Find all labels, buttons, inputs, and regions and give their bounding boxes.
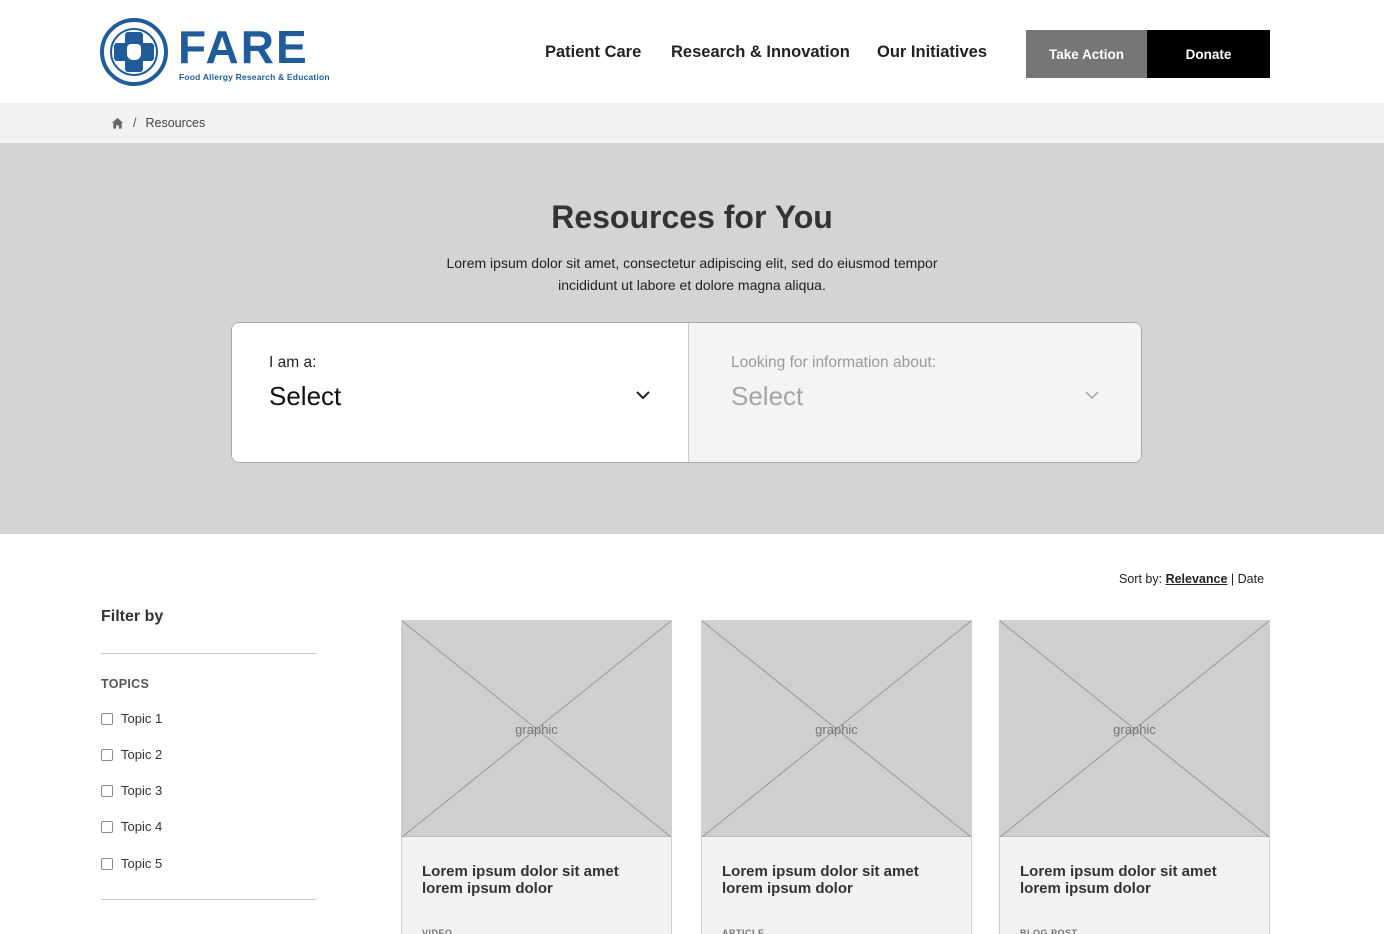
sort-label: Sort by: bbox=[1119, 572, 1163, 586]
chevron-down-icon bbox=[1085, 391, 1099, 400]
topic-filter-1[interactable]: Topic 1 bbox=[101, 711, 162, 726]
topics-heading: TOPICS bbox=[101, 677, 150, 691]
breadcrumb-bar: / Resources bbox=[0, 103, 1384, 143]
logo-emblem-icon bbox=[100, 18, 168, 86]
topic-label: Topic 1 bbox=[121, 711, 163, 726]
filter-title: Filter by bbox=[101, 608, 164, 625]
topic-checkbox[interactable] bbox=[101, 857, 113, 870]
nav-our-initiatives[interactable]: Our Initiatives bbox=[877, 43, 987, 62]
card-title[interactable]: Lorem ipsum dolor sit amet lorem ipsum d… bbox=[1020, 863, 1250, 897]
logo-subtitle: Food Allergy Research & Education bbox=[179, 72, 330, 82]
breadcrumb: / Resources bbox=[111, 116, 205, 130]
topic-checkbox[interactable] bbox=[101, 748, 113, 761]
page-title: Resources for You bbox=[551, 199, 833, 235]
card-type: BLOG POST bbox=[1020, 928, 1078, 934]
topic-checkbox[interactable] bbox=[101, 820, 113, 833]
topic-label: Topic 4 bbox=[121, 819, 163, 834]
resource-card[interactable]: graphic Lorem ipsum dolor sit amet lorem… bbox=[999, 620, 1270, 934]
graphic-label: graphic bbox=[1113, 722, 1156, 737]
sort-relevance-link[interactable]: Relevance bbox=[1166, 572, 1228, 586]
hero-description: Lorem ipsum dolor sit amet, consectetur … bbox=[446, 255, 938, 293]
sort-control: Sort by: Relevance | Date bbox=[1119, 572, 1264, 586]
topic-filter-3[interactable]: Topic 3 bbox=[101, 783, 162, 798]
nav-research-innovation[interactable]: Research & Innovation bbox=[671, 43, 850, 62]
breadcrumb-current: Resources bbox=[145, 116, 206, 130]
resource-card[interactable]: graphic Lorem ipsum dolor sit amet lorem… bbox=[701, 620, 972, 934]
site-header: FARE Food Allergy Research & Education P… bbox=[0, 0, 1384, 103]
i-am-a-value: Select bbox=[269, 381, 342, 411]
fare-logo[interactable]: FARE Food Allergy Research & Education bbox=[100, 18, 330, 88]
resource-selector: I am a: Select Looking for information a… bbox=[231, 322, 1142, 463]
graphic-label: graphic bbox=[515, 722, 558, 737]
topic-checkbox[interactable] bbox=[101, 784, 113, 797]
home-icon[interactable] bbox=[111, 117, 124, 130]
looking-for-value: Select bbox=[731, 381, 804, 411]
card-title[interactable]: Lorem ipsum dolor sit amet lorem ipsum d… bbox=[722, 863, 952, 897]
resource-card[interactable]: graphic Lorem ipsum dolor sit amet lorem… bbox=[401, 620, 672, 934]
topic-label: Topic 5 bbox=[121, 856, 163, 871]
looking-for-select[interactable]: Looking for information about: Select bbox=[688, 323, 1141, 462]
topic-label: Topic 2 bbox=[121, 747, 163, 762]
card-type: VIDEO bbox=[422, 928, 453, 934]
card-title[interactable]: Lorem ipsum dolor sit amet lorem ipsum d… bbox=[422, 863, 652, 897]
looking-for-label: Looking for information about: bbox=[731, 354, 937, 371]
topic-filter-5[interactable]: Topic 5 bbox=[101, 856, 162, 871]
topic-label: Topic 3 bbox=[121, 783, 163, 798]
sort-date-link[interactable]: Date bbox=[1238, 572, 1264, 586]
breadcrumb-separator: / bbox=[133, 116, 137, 130]
graphic-label: graphic bbox=[815, 722, 858, 737]
logo-wordmark: FARE bbox=[178, 21, 309, 73]
filter-divider bbox=[101, 653, 316, 654]
i-am-a-select[interactable]: I am a: Select bbox=[232, 323, 688, 462]
filter-divider bbox=[101, 899, 316, 900]
card-type: ARTICLE bbox=[722, 928, 765, 934]
i-am-a-label: I am a: bbox=[269, 354, 317, 371]
topic-filter-2[interactable]: Topic 2 bbox=[101, 747, 162, 762]
topic-filter-4[interactable]: Topic 4 bbox=[101, 819, 162, 834]
card-graphic-placeholder: graphic bbox=[702, 621, 971, 837]
sort-separator: | bbox=[1230, 572, 1235, 586]
card-graphic-placeholder: graphic bbox=[1000, 621, 1269, 837]
hero-section: Resources for You Lorem ipsum dolor sit … bbox=[0, 143, 1384, 534]
topic-checkbox[interactable] bbox=[101, 712, 113, 725]
card-graphic-placeholder: graphic bbox=[402, 621, 671, 837]
donate-button[interactable]: Donate bbox=[1147, 30, 1270, 78]
chevron-down-icon bbox=[636, 391, 650, 400]
nav-patient-care[interactable]: Patient Care bbox=[545, 43, 641, 62]
take-action-button[interactable]: Take Action bbox=[1026, 30, 1147, 78]
